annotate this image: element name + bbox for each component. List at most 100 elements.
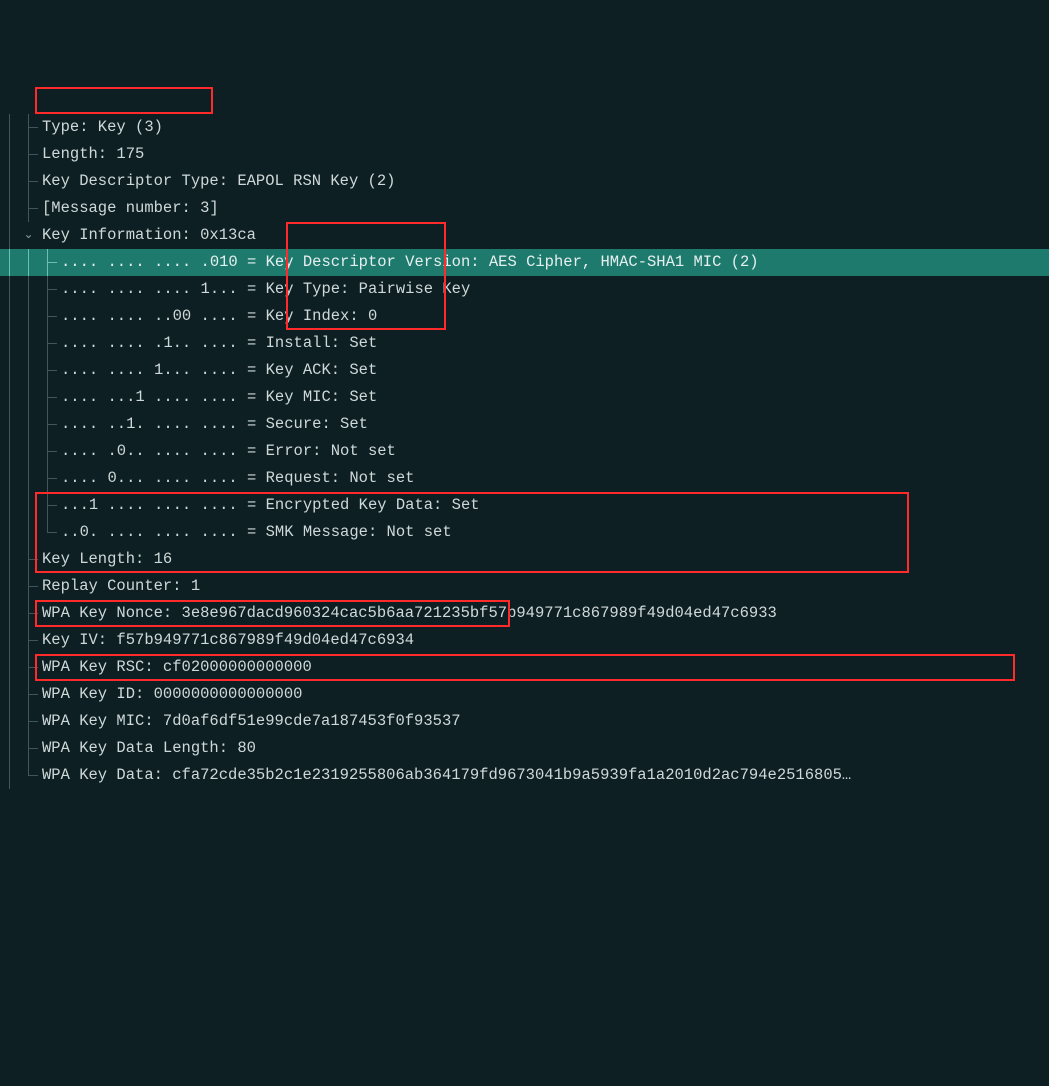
tree-guides: [0, 384, 57, 411]
tree-guide: [0, 168, 19, 195]
tree-row-label: WPA Key Nonce: 3e8e967dacd960324cac5b6aa…: [38, 600, 777, 627]
tree-guide: [0, 681, 19, 708]
tree-guide: [38, 438, 57, 465]
tree-guides: [0, 411, 57, 438]
tree-guide: [0, 357, 19, 384]
tree-guides: [0, 357, 57, 384]
tree-row[interactable]: Key IV: f57b949771c867989f49d04ed47c6934: [0, 627, 1049, 654]
tree-guides: [0, 465, 57, 492]
tree-expander-row[interactable]: ⌄Key Information: 0x13ca: [0, 222, 1049, 249]
tree-row-label: .... .... .... .010 = Key Descriptor Ver…: [57, 249, 759, 276]
tree-guide: [38, 519, 57, 546]
tree-row[interactable]: WPA Key ID: 0000000000000000: [0, 681, 1049, 708]
tree-row[interactable]: WPA Key Data: cfa72cde35b2c1e2319255806a…: [0, 762, 1049, 789]
tree-row-label: Type: Key (3): [38, 114, 163, 141]
tree-guide: [19, 384, 38, 411]
tree-row[interactable]: .... ..1. .... .... = Secure: Set: [0, 411, 1049, 438]
packet-detail-tree[interactable]: Type: Key (3)Length: 175Key Descriptor T…: [0, 108, 1049, 789]
tree-guides: [0, 195, 38, 222]
chevron-down-icon[interactable]: ⌄: [19, 222, 38, 249]
tree-guide: [0, 303, 19, 330]
tree-row-label: .... .... .1.. .... = Install: Set: [57, 330, 377, 357]
tree-guide: [19, 141, 38, 168]
tree-guides: [0, 654, 38, 681]
tree-row[interactable]: WPA Key Data Length: 80: [0, 735, 1049, 762]
tree-guide: [0, 573, 19, 600]
tree-guide: [19, 681, 38, 708]
tree-guide: [19, 195, 38, 222]
tree-guide: [0, 708, 19, 735]
tree-guide: [0, 114, 19, 141]
tree-guides: [0, 330, 57, 357]
tree-row-label: Key IV: f57b949771c867989f49d04ed47c6934: [38, 627, 414, 654]
tree-row-label: .... .... .... 1... = Key Type: Pairwise…: [57, 276, 470, 303]
tree-guides: [0, 276, 57, 303]
tree-guide: [0, 492, 19, 519]
tree-row[interactable]: .... .... .1.. .... = Install: Set: [0, 330, 1049, 357]
tree-row[interactable]: .... .... .... 1... = Key Type: Pairwise…: [0, 276, 1049, 303]
tree-guides: [0, 573, 38, 600]
tree-row-label: WPA Key Data: cfa72cde35b2c1e2319255806a…: [38, 762, 851, 789]
tree-row[interactable]: .... .... 1... .... = Key ACK: Set: [0, 357, 1049, 384]
tree-row-label: .... ..1. .... .... = Secure: Set: [57, 411, 368, 438]
tree-guide: [38, 492, 57, 519]
tree-row[interactable]: .... .... .... .010 = Key Descriptor Ver…: [0, 249, 1049, 276]
tree-guide: [38, 276, 57, 303]
tree-row[interactable]: Key Length: 16: [0, 546, 1049, 573]
tree-row[interactable]: Type: Key (3): [0, 114, 1049, 141]
tree-row-label: .... 0... .... .... = Request: Not set: [57, 465, 414, 492]
tree-guide: [19, 411, 38, 438]
tree-guide: [19, 168, 38, 195]
tree-row-label: WPA Key RSC: cf02000000000000: [38, 654, 312, 681]
tree-guide: [0, 600, 19, 627]
tree-row[interactable]: .... .0.. .... .... = Error: Not set: [0, 438, 1049, 465]
tree-row[interactable]: ...1 .... .... .... = Encrypted Key Data…: [0, 492, 1049, 519]
tree-row[interactable]: .... .... ..00 .... = Key Index: 0: [0, 303, 1049, 330]
tree-guide: [0, 762, 19, 789]
tree-guides: [0, 708, 38, 735]
tree-row-label: .... .... ..00 .... = Key Index: 0: [57, 303, 377, 330]
tree-row[interactable]: WPA Key RSC: cf02000000000000: [0, 654, 1049, 681]
tree-row-label: WPA Key ID: 0000000000000000: [38, 681, 302, 708]
tree-row-label: .... .0.. .... .... = Error: Not set: [57, 438, 396, 465]
tree-guides: [0, 438, 57, 465]
tree-guide: [0, 735, 19, 762]
tree-guide: [38, 411, 57, 438]
tree-guide: [0, 141, 19, 168]
tree-guide: [0, 195, 19, 222]
tree-guide: [19, 357, 38, 384]
tree-guides: [0, 762, 38, 789]
tree-guide: [19, 303, 38, 330]
tree-row-label: Replay Counter: 1: [38, 573, 200, 600]
tree-guide: [38, 330, 57, 357]
tree-guide: [19, 276, 38, 303]
tree-row[interactable]: ..0. .... .... .... = SMK Message: Not s…: [0, 519, 1049, 546]
tree-row[interactable]: .... ...1 .... .... = Key MIC: Set: [0, 384, 1049, 411]
tree-guide: [0, 411, 19, 438]
tree-row[interactable]: WPA Key Nonce: 3e8e967dacd960324cac5b6aa…: [0, 600, 1049, 627]
tree-row-label: Key Length: 16: [38, 546, 172, 573]
tree-row[interactable]: Length: 175: [0, 141, 1049, 168]
tree-guides: [0, 303, 57, 330]
tree-row[interactable]: Replay Counter: 1: [0, 573, 1049, 600]
tree-guides: [0, 492, 57, 519]
tree-guide: [19, 546, 38, 573]
tree-row[interactable]: .... 0... .... .... = Request: Not set: [0, 465, 1049, 492]
tree-guide: [19, 735, 38, 762]
tree-row[interactable]: [Message number: 3]: [0, 195, 1049, 222]
tree-guide: [0, 330, 19, 357]
tree-row-label: [Message number: 3]: [38, 195, 219, 222]
tree-guide: [19, 627, 38, 654]
tree-guide: [19, 519, 38, 546]
tree-guide: [19, 654, 38, 681]
tree-guides: [0, 249, 57, 276]
tree-guide: [0, 438, 19, 465]
tree-guide: [38, 384, 57, 411]
tree-row-label: WPA Key MIC: 7d0af6df51e99cde7a187453f0f…: [38, 708, 461, 735]
tree-guides: [0, 681, 38, 708]
tree-row[interactable]: Key Descriptor Type: EAPOL RSN Key (2): [0, 168, 1049, 195]
tree-guide: [0, 546, 19, 573]
tree-row-label: Key Descriptor Type: EAPOL RSN Key (2): [38, 168, 395, 195]
tree-row[interactable]: WPA Key MIC: 7d0af6df51e99cde7a187453f0f…: [0, 708, 1049, 735]
tree-guide: [19, 438, 38, 465]
